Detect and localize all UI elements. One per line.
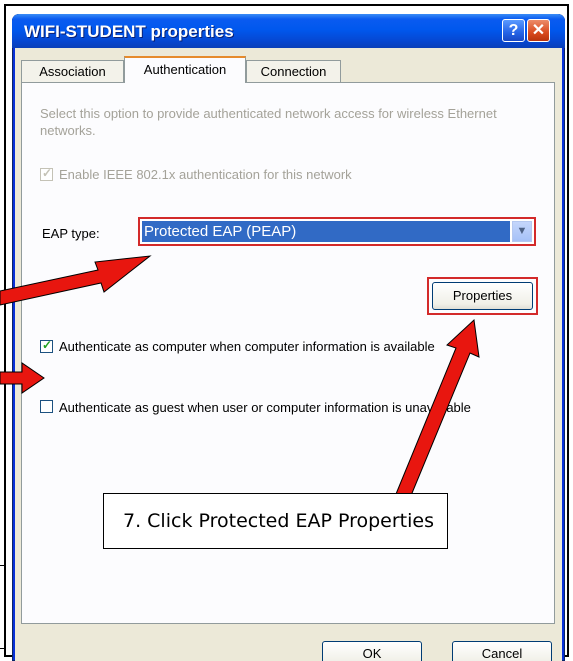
auth-guest-checkbox[interactable] [40, 400, 53, 413]
auth-guest-label: Authenticate as guest when user or compu… [59, 400, 471, 415]
auth-description: Select this option to provide authentica… [40, 106, 497, 138]
close-icon[interactable]: ✕ [527, 19, 550, 42]
tab-authentication[interactable]: Authentication [124, 56, 246, 83]
properties-button[interactable]: Properties [432, 282, 533, 310]
auth-computer-checkbox[interactable]: ✓ [40, 338, 53, 353]
tutorial-callout: 7. Click Protected EAP Properties [103, 493, 448, 549]
checkmark-icon: ✓ [42, 166, 53, 180]
properties-highlight: Properties [427, 277, 538, 315]
eap-type-label: EAP type: [42, 226, 100, 241]
enable-8021x-label: Enable IEEE 802.1x authentication for th… [59, 167, 352, 182]
enable-8021x-row: ✓ Enable IEEE 802.1x authentication for … [40, 166, 352, 182]
auth-guest-row: Authenticate as guest when user or compu… [40, 399, 520, 416]
eap-type-value: Protected EAP (PEAP) [142, 221, 510, 242]
auth-computer-label: Authenticate as computer when computer i… [59, 339, 435, 354]
tab-connection[interactable]: Connection [246, 60, 341, 82]
ok-button[interactable]: OK [322, 641, 422, 661]
checkmark-icon: ✓ [42, 338, 53, 352]
window-title: WIFI-STUDENT properties [24, 22, 234, 41]
title-bar[interactable]: WIFI-STUDENT properties ? ✕ [12, 14, 565, 48]
tab-association[interactable]: Association [21, 60, 124, 82]
properties-dialog: WIFI-STUDENT properties ? ✕ Association … [12, 14, 565, 661]
auth-computer-row: ✓ Authenticate as computer when computer… [40, 338, 435, 354]
dialog-client: Association Authentication Connection Se… [15, 48, 562, 661]
enable-8021x-checkbox[interactable]: ✓ [40, 166, 53, 181]
chevron-down-icon[interactable]: ▼ [512, 221, 532, 242]
help-icon[interactable]: ? [502, 19, 525, 42]
cancel-button[interactable]: Cancel [452, 641, 552, 661]
eap-type-select[interactable]: Protected EAP (PEAP) ▼ [138, 217, 536, 246]
